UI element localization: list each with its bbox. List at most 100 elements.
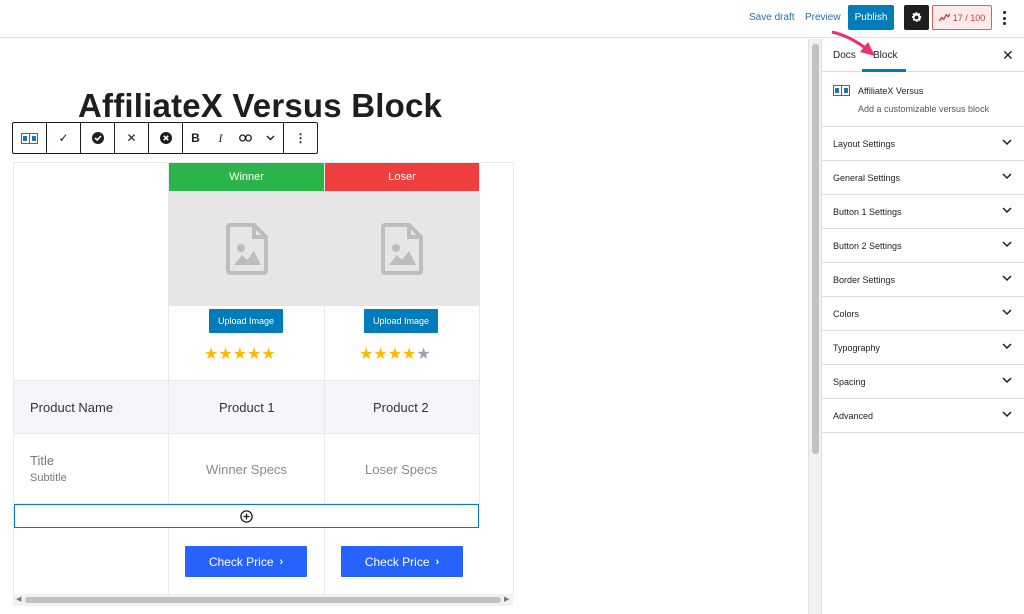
- panel-label: Colors: [833, 309, 860, 319]
- star-icon[interactable]: ★: [218, 346, 232, 363]
- link-button[interactable]: [233, 123, 258, 153]
- publish-button[interactable]: Publish: [848, 5, 894, 30]
- subtitle-label[interactable]: Subtitle: [30, 472, 67, 484]
- chevron-down-icon: [266, 135, 275, 141]
- product-2-name[interactable]: Product 2: [373, 400, 429, 415]
- scrollbar-thumb[interactable]: [812, 44, 819, 454]
- block-toolbar: ✓ ✕ B I ⋮: [12, 122, 318, 154]
- panel-typography[interactable]: Typography: [822, 331, 1024, 365]
- panel-button-2-settings[interactable]: Button 2 Settings: [822, 229, 1024, 263]
- seo-score-label: 17 / 100: [952, 12, 986, 23]
- cross-circle-button[interactable]: [149, 123, 182, 153]
- product-name-label[interactable]: Product Name: [30, 400, 113, 415]
- panel-colors[interactable]: Colors: [822, 297, 1024, 331]
- italic-button[interactable]: I: [208, 123, 233, 153]
- panel-label: Layout Settings: [833, 139, 896, 149]
- image-placeholder-icon: [381, 222, 423, 275]
- cross-circle-icon: [159, 132, 172, 144]
- product-1-name[interactable]: Product 1: [219, 400, 275, 415]
- check-circle-button[interactable]: [81, 123, 114, 153]
- panel-label: Border Settings: [833, 275, 896, 285]
- active-tab-indicator: [862, 69, 906, 72]
- panel-label: Button 1 Settings: [833, 207, 902, 217]
- product-2-image[interactable]: [325, 191, 479, 306]
- gear-icon: [911, 12, 922, 22]
- seo-score-button[interactable]: 17 / 100: [932, 5, 992, 30]
- panel-border-settings[interactable]: Border Settings: [822, 263, 1024, 297]
- panel-label: Advanced: [833, 411, 874, 421]
- panel-general-settings[interactable]: General Settings: [822, 161, 1024, 195]
- panel-spacing[interactable]: Spacing: [822, 365, 1024, 399]
- product-2-rating[interactable]: ★★★★★: [359, 344, 431, 364]
- check-price-label: Check Price: [208, 554, 274, 569]
- more-formats-button[interactable]: [258, 123, 283, 153]
- table-horizontal-scrollbar[interactable]: ◀ ▶: [13, 594, 513, 606]
- check-icon: ✓: [58, 131, 69, 145]
- upload-image-button-2[interactable]: Upload Image: [364, 309, 438, 333]
- block-card: AffiliateX Versus Add a customizable ver…: [822, 73, 1024, 127]
- panel-label: General Settings: [833, 173, 901, 183]
- chevron-right-icon: ›: [279, 555, 284, 568]
- settings-button[interactable]: [904, 5, 929, 30]
- loser-specs[interactable]: Loser Specs: [365, 462, 437, 477]
- panel-layout-settings[interactable]: Layout Settings: [822, 127, 1024, 161]
- star-icon[interactable]: ★: [402, 346, 416, 363]
- loser-header[interactable]: Loser: [325, 163, 479, 191]
- check-button[interactable]: ✓: [47, 123, 80, 153]
- star-icon[interactable]: ★: [388, 346, 402, 363]
- bold-icon: B: [191, 131, 200, 145]
- save-draft-button[interactable]: Save draft: [749, 12, 795, 23]
- check-price-label: Check Price: [364, 554, 430, 569]
- upload-image-button-1[interactable]: Upload Image: [209, 309, 283, 333]
- star-icon[interactable]: ★: [261, 346, 275, 363]
- check-price-button-1[interactable]: Check Price ›: [185, 546, 307, 577]
- chevron-down-icon: [1002, 275, 1012, 282]
- panel-advanced[interactable]: Advanced: [822, 399, 1024, 433]
- plus-circle-icon: [240, 509, 253, 523]
- scroll-left-icon[interactable]: ◀: [16, 595, 21, 603]
- chevron-down-icon: [1002, 173, 1012, 180]
- product-1-rating[interactable]: ★★★★★: [204, 344, 276, 364]
- panel-button-1-settings[interactable]: Button 1 Settings: [822, 195, 1024, 229]
- bold-button[interactable]: B: [183, 123, 208, 153]
- star-icon[interactable]: ★: [204, 346, 218, 363]
- star-icon[interactable]: ★: [373, 346, 387, 363]
- product-1-image[interactable]: [169, 191, 324, 306]
- more-vertical-icon: [1002, 11, 1006, 14]
- italic-icon: I: [218, 130, 223, 145]
- link-icon: [239, 134, 252, 142]
- block-options-button[interactable]: ⋮: [284, 123, 317, 153]
- check-price-button-2[interactable]: Check Price ›: [341, 546, 463, 577]
- chevron-down-icon: [1002, 343, 1012, 350]
- image-placeholder-icon: [225, 222, 268, 275]
- close-sidebar-button[interactable]: ✕: [1002, 47, 1014, 64]
- editor-vertical-scrollbar[interactable]: [808, 39, 821, 614]
- panel-label: Spacing: [833, 377, 866, 387]
- chevron-down-icon: [1002, 377, 1012, 384]
- preview-button[interactable]: Preview: [805, 12, 841, 23]
- chevron-down-icon: [1002, 241, 1012, 248]
- star-icon[interactable]: ★: [247, 346, 261, 363]
- winner-specs[interactable]: Winner Specs: [206, 462, 287, 477]
- scrollbar-thumb[interactable]: [25, 597, 501, 603]
- block-name: AffiliateX Versus: [858, 86, 924, 96]
- title-label[interactable]: Title: [30, 453, 54, 468]
- post-title[interactable]: AffiliateX Versus Block: [78, 87, 442, 125]
- cross-button[interactable]: ✕: [115, 123, 148, 153]
- panel-label: Button 2 Settings: [833, 241, 902, 251]
- star-icon[interactable]: ★: [359, 346, 373, 363]
- chevron-down-icon: [1002, 207, 1012, 214]
- add-row-button[interactable]: [14, 504, 479, 528]
- winner-header[interactable]: Winner: [169, 163, 324, 191]
- chevron-right-icon: ›: [435, 555, 440, 568]
- options-menu-button[interactable]: [998, 9, 1010, 27]
- star-icon[interactable]: ★: [233, 346, 247, 363]
- settings-sidebar: Docs Block ✕ AffiliateX Versus Add a cus…: [821, 39, 1024, 614]
- scroll-right-icon[interactable]: ▶: [504, 595, 509, 603]
- check-circle-icon: [91, 132, 104, 144]
- versus-block-icon: [21, 132, 38, 144]
- star-icon[interactable]: ★: [416, 346, 430, 363]
- block-type-button[interactable]: [13, 123, 46, 153]
- more-vertical-icon: ⋮: [294, 131, 307, 145]
- chevron-down-icon: [1002, 411, 1012, 418]
